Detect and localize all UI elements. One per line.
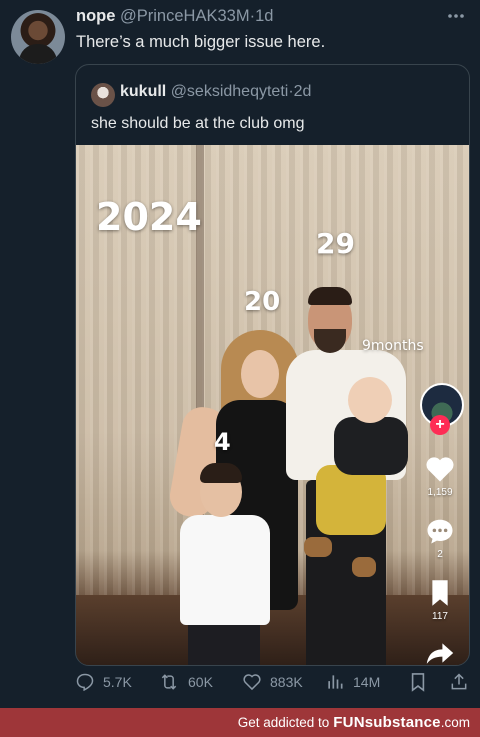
author-handle[interactable]: @PrinceHAK33M (120, 7, 250, 25)
author-avatar[interactable] (11, 10, 65, 64)
overlay-age-baby: 9months (362, 338, 424, 354)
boy-hair (200, 463, 242, 483)
quoted-time[interactable]: 2d (294, 83, 312, 100)
quoted-author-handle[interactable]: @seksidheqyteti (171, 83, 289, 100)
family-photo[interactable]: 2024 29 20 9months 4 + 1,159 2 117 (76, 145, 469, 665)
like-button[interactable]: 883K (242, 672, 303, 692)
view-count: 14M (353, 674, 381, 690)
baby-legs (316, 465, 386, 535)
tweet-time[interactable]: 1d (255, 7, 273, 25)
bookmark-outline-icon (411, 673, 425, 692)
views-button[interactable]: 14M (325, 672, 380, 692)
share-arrow-icon[interactable] (418, 641, 462, 665)
footer-domain: .com (440, 715, 470, 730)
boy-shirt (180, 515, 270, 625)
more-horizontal-icon[interactable] (446, 6, 466, 32)
heart-icon[interactable] (418, 455, 462, 488)
baby-shoe-left (304, 537, 332, 557)
repost-icon (161, 674, 177, 690)
repost-count: 60K (188, 674, 213, 690)
tweet-action-bar: 5.7K 60K 883K 14M (75, 672, 470, 700)
man-hair (308, 287, 352, 305)
share-upload-icon (451, 673, 467, 690)
tweet-text: There’s a much bigger issue here. (76, 33, 326, 51)
quoted-author-line: kukull @seksidheqyteti·2d (120, 83, 311, 101)
baby-top (334, 417, 408, 475)
baby-head (348, 377, 392, 423)
baby-shoe-right (352, 557, 376, 577)
like-count: 883K (270, 674, 303, 690)
bookmark-icon[interactable] (418, 579, 462, 612)
quoted-author-avatar[interactable] (91, 83, 115, 107)
quoted-tweet-text: she should be at the club omg (91, 115, 305, 132)
woman-face (241, 350, 279, 398)
footer-text: Get addicted to (237, 715, 330, 730)
author-line: nope @PrinceHAK33M·1d (76, 7, 273, 26)
like-heart-icon (243, 674, 261, 691)
overlay-year: 2024 (96, 195, 202, 239)
views-bar-chart-icon (328, 675, 343, 689)
tiktok-follow-plus-icon[interactable]: + (430, 415, 450, 435)
tiktok-comment-count: 2 (437, 549, 443, 560)
overlay-age-woman: 20 (244, 287, 281, 317)
overlay-age-man: 29 (316, 227, 355, 260)
quoted-tweet[interactable]: kukull @seksidheqyteti·2d she should be … (75, 64, 470, 666)
reply-icon (76, 673, 94, 692)
quoted-author-name[interactable]: kukull (120, 83, 166, 100)
tiktok-save-count: 117 (432, 611, 448, 622)
reply-count: 5.7K (103, 674, 132, 690)
reply-button[interactable]: 5.7K (75, 672, 132, 692)
watermark-footer: Get addicted to FUNsubstance .com (0, 708, 480, 737)
tiktok-like-count: 1,159 (427, 487, 453, 498)
overlay-age-boy: 4 (214, 428, 231, 456)
comment-bubble-icon[interactable] (418, 517, 462, 550)
share-button[interactable] (449, 672, 477, 692)
author-name[interactable]: nope (76, 7, 115, 25)
bookmark-button[interactable] (409, 672, 435, 692)
repost-button[interactable]: 60K (158, 672, 213, 692)
footer-brand: FUNsubstance (333, 714, 441, 731)
